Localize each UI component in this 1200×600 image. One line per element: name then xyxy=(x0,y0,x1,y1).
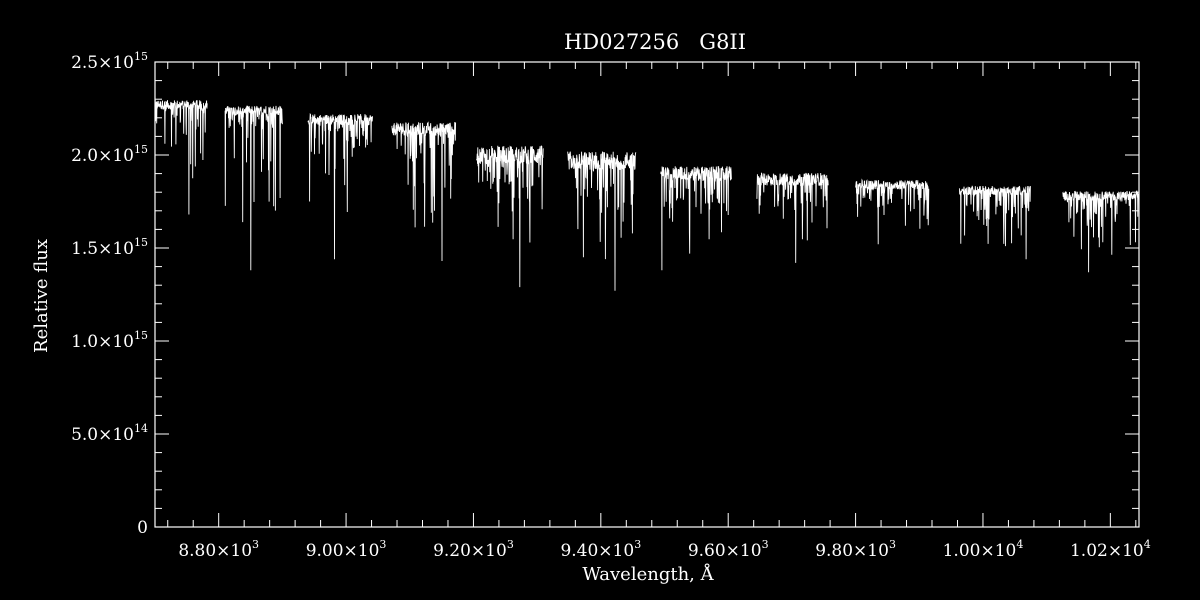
x-tick-label: 9.00×103 xyxy=(306,538,387,561)
x-tick-label: 9.80×103 xyxy=(815,538,896,561)
y-tick-label: 0 xyxy=(137,518,148,538)
chart-background xyxy=(0,0,1200,600)
x-tick-label: 9.60×103 xyxy=(688,538,769,561)
x-tick-label: 1.02×104 xyxy=(1070,538,1151,561)
y-axis-label: Relative flux xyxy=(31,239,52,353)
x-tick-label: 1.00×104 xyxy=(943,538,1024,561)
x-tick-label: 9.40×103 xyxy=(560,538,641,561)
x-tick-label: 9.20×103 xyxy=(433,538,514,561)
spectrum-chart: HD027256 G8II Wavelength, Å Relative flu… xyxy=(0,0,1200,600)
chart-title: HD027256 G8II xyxy=(564,30,746,54)
x-tick-label: 8.80×103 xyxy=(178,538,259,561)
x-axis-label: Wavelength, Å xyxy=(582,563,714,585)
